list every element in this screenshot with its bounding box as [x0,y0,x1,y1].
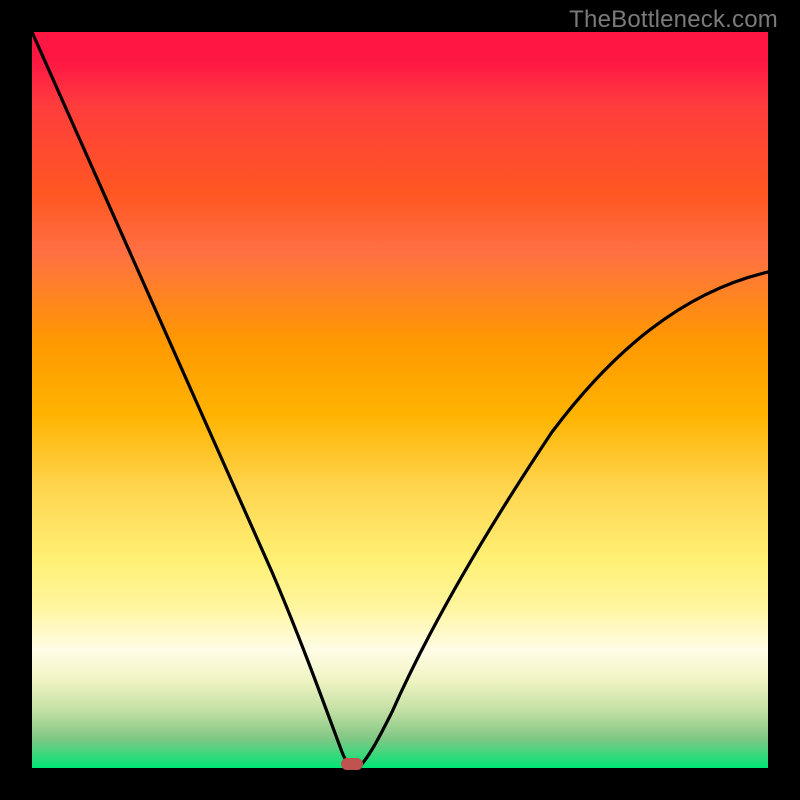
optimum-marker [341,758,363,770]
plot-area [32,32,768,768]
bottleneck-curve [32,32,768,768]
curve-svg [32,32,768,768]
watermark-text: TheBottleneck.com [569,6,778,34]
chart-frame: TheBottleneck.com [0,0,800,800]
